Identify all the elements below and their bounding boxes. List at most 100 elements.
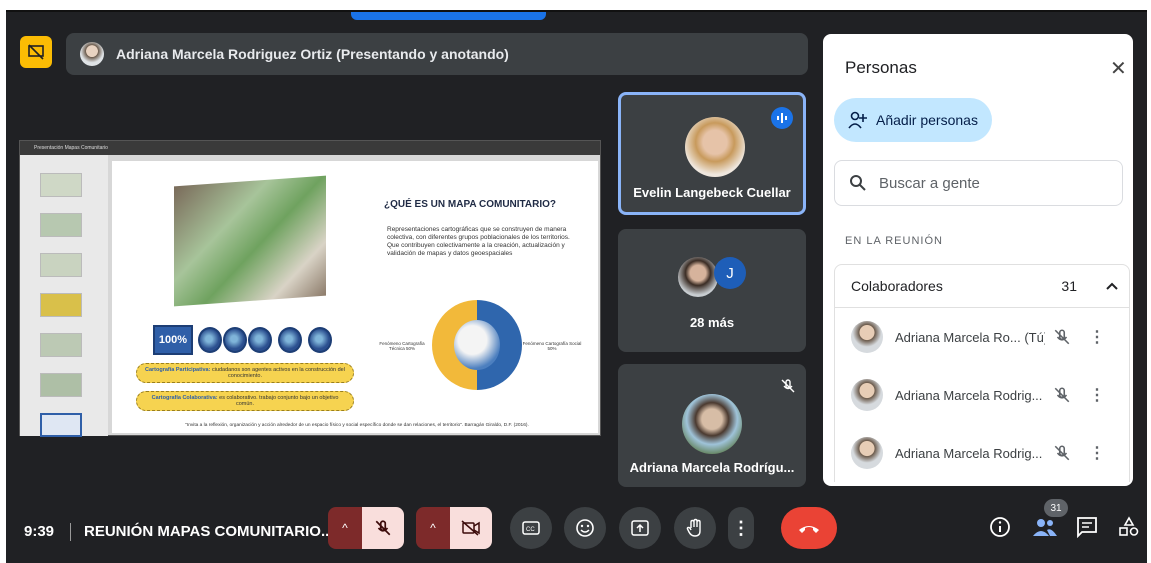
left-note: Fenómeno Cartografía Técnica 50% — [379, 341, 425, 351]
mic-off-icon — [1054, 445, 1070, 461]
presentation-icon[interactable] — [20, 36, 52, 68]
mic-off-icon — [781, 379, 795, 393]
meeting-time: 9:39 — [24, 523, 55, 540]
more-options-icon[interactable]: ⋮ — [1089, 327, 1105, 347]
globe-icon — [308, 327, 332, 353]
slide-canvas: ¿QUÉ ES UN MAPA COMUNITARIO? Representac… — [112, 161, 598, 433]
chat-icon[interactable] — [1076, 516, 1098, 538]
mic-off-icon — [1054, 329, 1070, 345]
people-count-badge: 31 — [1044, 499, 1068, 517]
section-label: EN LA REUNIÓN — [845, 235, 943, 247]
avatar — [851, 321, 883, 353]
hand-icon — [686, 518, 701, 537]
video-options-button[interactable]: ^ — [416, 507, 450, 549]
close-icon[interactable]: ✕ — [1110, 56, 1127, 81]
right-note: Fenómeno Cartografía Social 50% — [522, 341, 582, 351]
svg-text:CC: CC — [526, 527, 535, 533]
presenter-banner: Adriana Marcela Rodriguez Ortiz (Present… — [66, 33, 808, 75]
participant-name: Adriana Marcela Rodrig... — [895, 445, 1043, 461]
thumbnail — [40, 333, 82, 357]
audio-level-icon — [777, 113, 787, 123]
more-options-icon[interactable]: ⋮ — [1089, 443, 1105, 463]
tile-adriana[interactable]: Adriana Marcela Rodrígu... — [618, 364, 806, 487]
shared-screen: Presentación Mapas Comunitario ¿QUÉ ES U… — [19, 140, 601, 437]
pill-1-strong: Cartografía Participativa: — [145, 367, 211, 373]
tile-adriana-name: Adriana Marcela Rodrígu... — [629, 460, 795, 475]
screen: Adriana Marcela Rodriguez Ortiz (Present… — [0, 0, 1151, 563]
globe-icon — [248, 327, 272, 353]
more-participants-label: 28 más — [689, 315, 735, 330]
camera-toggle-button[interactable] — [450, 507, 492, 549]
info-icon[interactable] — [989, 516, 1011, 538]
add-people-label: Añadir personas — [876, 112, 978, 128]
people-icon[interactable] — [1032, 516, 1058, 538]
big-globe-graphic — [432, 300, 522, 390]
activities-icon[interactable] — [1118, 516, 1140, 538]
captions-button[interactable]: CC — [510, 507, 552, 549]
mic-off-icon — [1054, 387, 1070, 403]
person-add-icon — [848, 111, 867, 129]
percent-box: 100% — [153, 325, 193, 355]
chevron-up-icon[interactable] — [1105, 281, 1119, 291]
search-input[interactable] — [879, 174, 1079, 192]
speaking-icon — [771, 107, 793, 129]
pill-2-strong: Cartografía Colaborativa: — [151, 395, 218, 401]
evelin-avatar — [685, 117, 745, 177]
participant-avatar — [678, 257, 718, 297]
tile-evelin-name: Evelin Langebeck Cuellar — [633, 185, 791, 200]
pill-2-text: es colaborativo. trabajo conjunto bajo u… — [217, 395, 339, 407]
camera-off-icon — [461, 520, 480, 536]
list-item[interactable]: Adriana Marcela Rodrig... ⋮ — [834, 424, 1130, 482]
mic-toggle-button[interactable] — [362, 507, 404, 549]
participant-name: Adriana Marcela Rodrig... — [895, 387, 1043, 403]
participant-name: Adriana Marcela Ro... (Tú) — [895, 329, 1045, 345]
search-icon — [850, 175, 866, 191]
list-item[interactable]: Adriana Marcela Rodrig... ⋮ — [834, 366, 1130, 424]
thumbnail — [40, 293, 82, 317]
pill-colaborativa: Cartografía Colaborativa: es colaborativ… — [136, 391, 354, 411]
slide-map-photo — [174, 175, 326, 307]
tile-evelin[interactable]: Evelin Langebeck Cuellar — [618, 92, 806, 215]
thumbnail — [40, 213, 82, 237]
meeting-name: REUNIÓN MAPAS COMUNITARIO... — [84, 523, 334, 540]
globe-icon — [198, 327, 222, 353]
thumbnail — [40, 173, 82, 197]
captions-icon: CC — [522, 521, 540, 535]
thumbnail — [40, 373, 82, 397]
more-options-button[interactable]: ⋮ — [728, 507, 754, 549]
pill-1-text: ciudadanos son agentes activos en la con… — [210, 367, 345, 379]
search-field[interactable] — [834, 160, 1123, 206]
avatar — [851, 437, 883, 469]
more-vert-icon: ⋮ — [732, 517, 750, 538]
tile-more[interactable]: J 28 más — [618, 229, 806, 352]
raise-hand-button[interactable] — [674, 507, 716, 549]
emoji-icon — [576, 519, 594, 537]
group-label: Colaboradores — [851, 278, 943, 294]
presenter-avatar — [80, 42, 104, 66]
add-people-button[interactable]: Añadir personas — [834, 98, 992, 142]
avatar — [851, 379, 883, 411]
collaborators-group[interactable]: Colaboradores 31 — [834, 264, 1130, 308]
slide-quote: "Invita a la reflexión, organización y a… — [185, 423, 529, 428]
people-panel: Personas ✕ Añadir personas EN LA REUNIÓN… — [823, 34, 1133, 486]
list-item[interactable]: Adriana Marcela Ro... (Tú) ⋮ — [834, 308, 1130, 366]
reactions-button[interactable] — [564, 507, 606, 549]
group-count: 31 — [1061, 278, 1077, 294]
thumbnail-selected — [40, 413, 82, 437]
adriana-avatar — [682, 394, 742, 454]
participant-initial-avatar: J — [714, 257, 746, 289]
globe-icon — [223, 327, 247, 353]
top-indicator — [351, 12, 546, 20]
more-options-icon[interactable]: ⋮ — [1089, 385, 1105, 405]
divider — [70, 523, 71, 541]
presenter-label: Adriana Marcela Rodriguez Ortiz (Present… — [116, 46, 509, 62]
present-button[interactable] — [619, 507, 661, 549]
globe-icon — [278, 327, 302, 353]
audio-options-button[interactable]: ^ — [328, 507, 362, 549]
slides-toolbar-title: Presentación Mapas Comunitario — [34, 145, 108, 151]
presentation-off-icon — [28, 44, 44, 60]
leave-call-button[interactable] — [781, 507, 837, 549]
slide-body: Representaciones cartográficas que se co… — [387, 226, 570, 257]
panel-title: Personas — [845, 58, 917, 77]
thumbnail — [40, 253, 82, 277]
